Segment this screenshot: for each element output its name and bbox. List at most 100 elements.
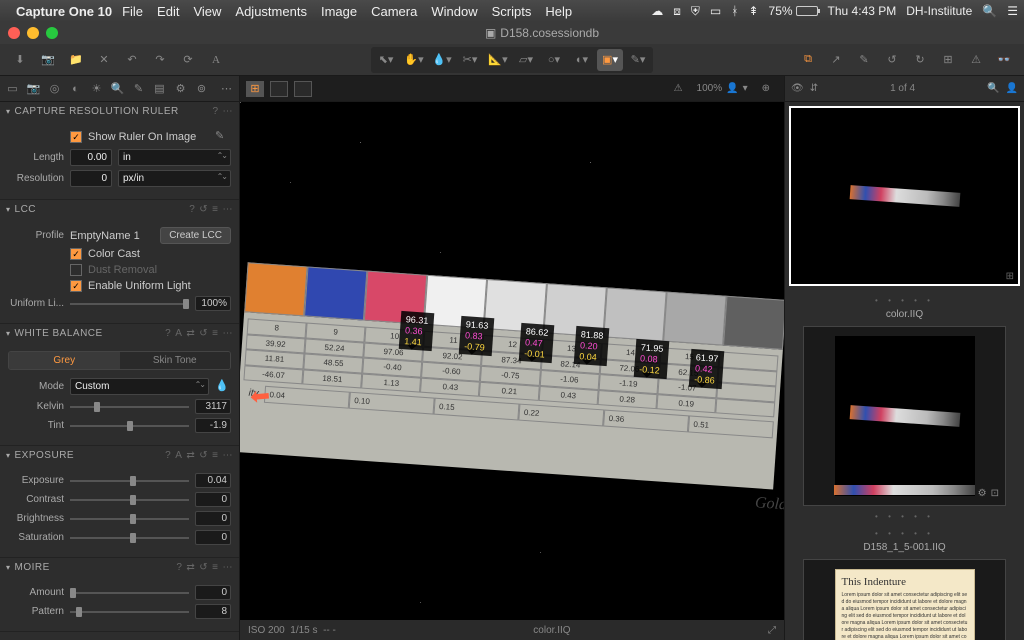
notification-center-icon[interactable]: ☰ bbox=[1007, 4, 1018, 18]
workspace-icon[interactable]: ⧉ bbox=[796, 48, 820, 72]
brightness-slider[interactable] bbox=[70, 512, 189, 526]
status-battery[interactable]: 75% bbox=[769, 4, 818, 18]
menu-image[interactable]: Image bbox=[321, 4, 357, 19]
rating-dots[interactable]: • • • • • bbox=[791, 294, 1018, 307]
auto-adjust-icon[interactable]: A bbox=[204, 48, 228, 72]
moire-pattern-value[interactable]: 8 bbox=[195, 604, 231, 619]
color-cast-checkbox[interactable]: ✓ bbox=[70, 248, 82, 260]
color-readout[interactable]: 81.880.200.04 bbox=[574, 326, 609, 367]
dust-removal-checkbox[interactable] bbox=[70, 264, 82, 276]
status-clock[interactable]: Thu 4:43 PM bbox=[828, 4, 897, 18]
preset-icon[interactable]: ≡ bbox=[212, 328, 218, 339]
status-cloud-icon[interactable]: ☁ bbox=[651, 4, 663, 18]
contrast-slider[interactable] bbox=[70, 493, 189, 507]
cursor-straighten-icon[interactable]: 📐▾ bbox=[485, 49, 511, 71]
person-icon[interactable]: 👤 bbox=[1006, 83, 1018, 94]
grid-icon[interactable]: ⊞ bbox=[936, 48, 960, 72]
thumbnail-item[interactable]: • • • • •D158_1_5-001.IIQThis IndentureL… bbox=[791, 527, 1018, 640]
tab-settings-icon[interactable]: ⊚ bbox=[193, 80, 210, 98]
wb-tab-skin[interactable]: Skin Tone bbox=[120, 352, 231, 369]
help-icon[interactable]: ? bbox=[212, 106, 218, 117]
copy-icon[interactable]: ⇄ bbox=[186, 450, 195, 461]
section-header-wb[interactable]: ▾WHITE BALANCE ?A⇄↺≡⋯ bbox=[0, 324, 239, 343]
tab-output-icon[interactable]: ⚙ bbox=[172, 80, 189, 98]
tab-metadata-icon[interactable]: ▤ bbox=[151, 80, 168, 98]
export-icon[interactable]: ↗ bbox=[824, 48, 848, 72]
rotate-icon[interactable]: ⟳ bbox=[176, 48, 200, 72]
cursor-wb-picker-icon[interactable]: 💧▾ bbox=[429, 49, 455, 71]
more-icon[interactable]: ⋯ bbox=[223, 328, 234, 339]
status-shield-icon[interactable]: ⛨ bbox=[691, 4, 700, 19]
redo-icon[interactable]: ↷ bbox=[148, 48, 172, 72]
help-icon[interactable]: ? bbox=[176, 562, 182, 573]
tab-capture-icon[interactable]: 📷 bbox=[25, 80, 42, 98]
status-display-icon[interactable]: ▭ bbox=[710, 4, 721, 18]
reset-icon[interactable]: ↺ bbox=[199, 328, 208, 339]
menu-help[interactable]: Help bbox=[545, 4, 572, 19]
tab-library-icon[interactable]: ▭ bbox=[4, 80, 21, 98]
expand-icon[interactable]: ⊞ bbox=[1006, 271, 1014, 282]
resolution-input[interactable]: 0 bbox=[70, 170, 112, 187]
import-icon[interactable]: ⬇ bbox=[8, 48, 32, 72]
kelvin-value[interactable]: 3117 bbox=[195, 399, 231, 414]
saturation-slider[interactable] bbox=[70, 531, 189, 545]
section-header-crr[interactable]: ▾CAPTURE RESOLUTION RULER ?⋯ bbox=[0, 102, 239, 121]
wb-mode-select[interactable]: Custom bbox=[70, 378, 209, 395]
moire-amount-slider[interactable] bbox=[70, 586, 189, 600]
show-ruler-checkbox[interactable]: ✓ bbox=[70, 131, 82, 143]
navigator-preview[interactable]: ⊞ bbox=[789, 106, 1020, 286]
section-header-lcc[interactable]: ▾LCC ?↺≡⋯ bbox=[0, 200, 239, 219]
help-icon[interactable]: ? bbox=[165, 450, 171, 461]
view-single-icon[interactable] bbox=[270, 81, 288, 97]
copy-icon[interactable]: ⇄ bbox=[186, 562, 195, 573]
thumbnail-item[interactable]: • • • • •color.IIQ⚙⊡• • • • • bbox=[791, 294, 1018, 523]
brightness-value[interactable]: 0 bbox=[195, 511, 231, 526]
undo-icon[interactable]: ↶ bbox=[120, 48, 144, 72]
exposure-value[interactable]: 0.04 bbox=[195, 473, 231, 488]
view-grid-icon[interactable]: ⊞ bbox=[246, 81, 264, 97]
length-unit-select[interactable]: in bbox=[118, 149, 231, 166]
uniform-light-checkbox[interactable]: ✓ bbox=[70, 280, 82, 292]
reset-icon[interactable]: ↺ bbox=[199, 204, 208, 215]
expand-icon[interactable]: ⊡ bbox=[991, 488, 999, 499]
help-icon[interactable]: ? bbox=[189, 204, 195, 215]
more-icon[interactable]: ⋯ bbox=[223, 106, 234, 117]
cursor-select-icon[interactable]: ⬉▾ bbox=[373, 49, 399, 71]
menu-view[interactable]: View bbox=[193, 4, 221, 19]
rating-dots[interactable]: • • • • • bbox=[791, 527, 1018, 540]
kelvin-slider[interactable] bbox=[70, 400, 189, 414]
folder-icon[interactable]: 📁 bbox=[64, 48, 88, 72]
status-bluetooth-icon[interactable]: ᚼ bbox=[731, 4, 738, 18]
cursor-mask-icon[interactable]: ◐▾ bbox=[569, 49, 595, 71]
rotate-right-icon[interactable]: ↻ bbox=[908, 48, 932, 72]
moire-pattern-slider[interactable] bbox=[70, 605, 189, 619]
menu-file[interactable]: File bbox=[122, 4, 143, 19]
more-icon[interactable]: ⋯ bbox=[223, 562, 234, 573]
window-zoom-button[interactable] bbox=[46, 27, 58, 39]
create-lcc-button[interactable]: Create LCC bbox=[160, 227, 231, 244]
menu-scripts[interactable]: Scripts bbox=[492, 4, 532, 19]
gear-icon[interactable]: ⚙ bbox=[978, 488, 987, 499]
auto-icon[interactable]: A bbox=[175, 328, 182, 339]
menu-edit[interactable]: Edit bbox=[157, 4, 179, 19]
more-icon[interactable]: ⋯ bbox=[223, 204, 234, 215]
rotate-left-icon[interactable]: ↺ bbox=[880, 48, 904, 72]
status-wifi-icon[interactable]: ⇞ bbox=[748, 4, 758, 18]
view-multi-icon[interactable] bbox=[294, 81, 312, 97]
tint-value[interactable]: -1.9 bbox=[195, 418, 231, 433]
uniform-li-value[interactable]: 100% bbox=[195, 296, 231, 311]
image-viewer[interactable]: 8910111213141539.9252.2497.0692.0287.348… bbox=[240, 102, 784, 620]
color-readout[interactable]: 96.310.361.41 bbox=[399, 311, 434, 352]
filter-icon[interactable]: ⇵ bbox=[810, 83, 818, 94]
window-minimize-button[interactable] bbox=[27, 27, 39, 39]
app-name[interactable]: Capture One 10 bbox=[16, 4, 112, 19]
contrast-value[interactable]: 0 bbox=[195, 492, 231, 507]
person-icon[interactable]: 👤 bbox=[726, 83, 738, 94]
zoom-in-icon[interactable]: ⊕ bbox=[762, 83, 770, 94]
edit-icon[interactable]: ✎ bbox=[852, 48, 876, 72]
color-readout[interactable]: 91.630.83-0.79 bbox=[459, 316, 494, 357]
cursor-crop-icon[interactable]: ✂▾ bbox=[457, 49, 483, 71]
wb-picker-icon[interactable]: 💧 bbox=[215, 379, 231, 395]
preset-icon[interactable]: ≡ bbox=[212, 562, 218, 573]
preset-icon[interactable]: ≡ bbox=[212, 450, 218, 461]
